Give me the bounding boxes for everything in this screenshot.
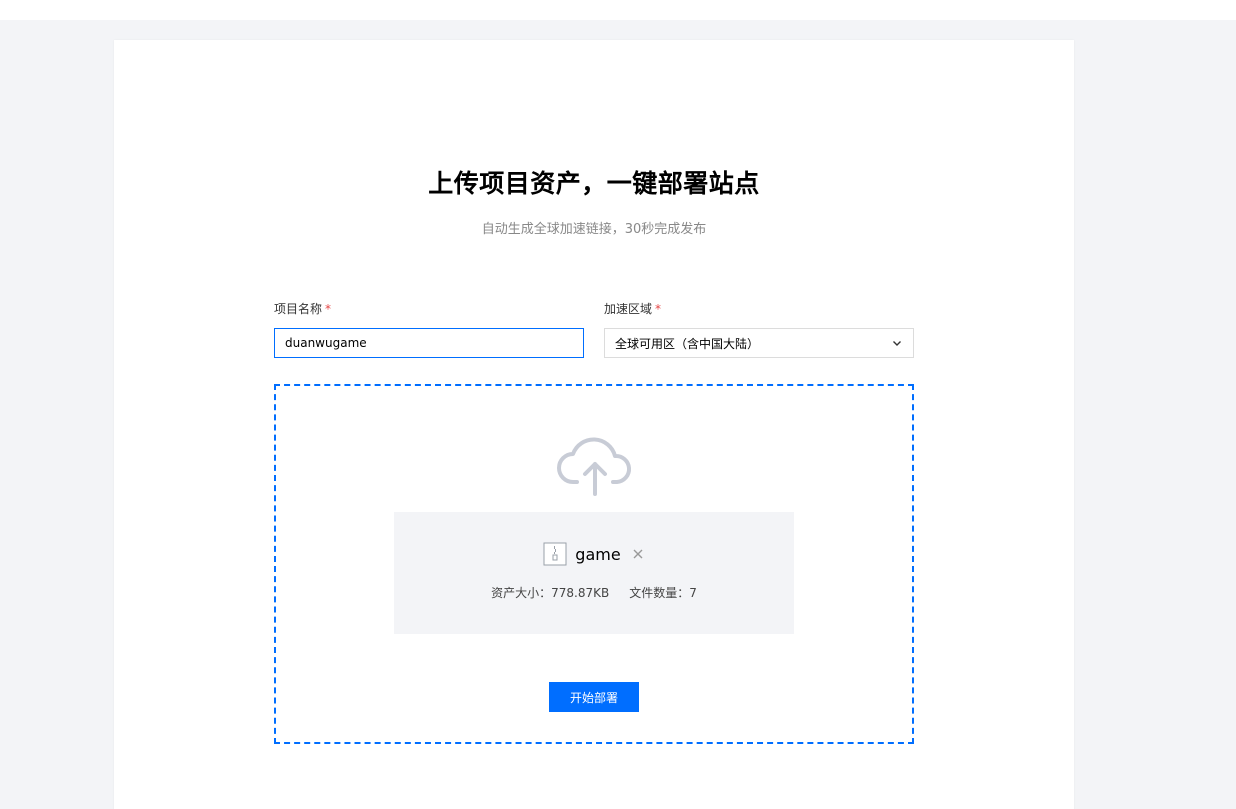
asset-size: 资产大小：778.87KB bbox=[491, 586, 610, 600]
file-name: game bbox=[575, 544, 621, 564]
top-bar bbox=[0, 0, 1236, 20]
chevron-down-icon bbox=[893, 341, 901, 346]
region-label: 加速区域 * bbox=[604, 300, 661, 317]
file-meta: 资产大小：778.87KB 文件数量：7 bbox=[394, 584, 794, 601]
region-label-text: 加速区域 bbox=[604, 302, 653, 316]
close-icon[interactable] bbox=[631, 547, 645, 561]
region-select[interactable]: 全球可用区（含中国大陆） bbox=[604, 328, 914, 358]
project-name-label: 项目名称 * bbox=[274, 300, 331, 317]
deploy-button[interactable]: 开始部署 bbox=[549, 682, 639, 712]
region-select-value: 全球可用区（含中国大陆） bbox=[615, 336, 760, 351]
page-title: 上传项目资产，一键部署站点 bbox=[428, 169, 760, 198]
project-name-input[interactable] bbox=[274, 328, 584, 358]
uploaded-file-panel: game 资产大小：778.87KB 文件数量：7 bbox=[394, 512, 794, 634]
file-row: game bbox=[394, 542, 794, 566]
file-count: 文件数量：7 bbox=[629, 586, 697, 600]
required-mark: * bbox=[325, 302, 332, 316]
page-subtitle: 自动生成全球加速链接，30秒完成发布 bbox=[481, 222, 707, 237]
required-mark: * bbox=[655, 302, 662, 316]
zip-file-icon bbox=[543, 542, 567, 566]
cloud-upload-icon bbox=[557, 437, 631, 496]
upload-dropzone[interactable]: game 资产大小：778.87KB 文件数量：7 开始部署 bbox=[274, 384, 914, 744]
deploy-card: 上传项目资产，一键部署站点 自动生成全球加速链接，30秒完成发布 项目名称 * 加… bbox=[114, 40, 1074, 809]
project-name-label-text: 项目名称 bbox=[274, 302, 323, 316]
